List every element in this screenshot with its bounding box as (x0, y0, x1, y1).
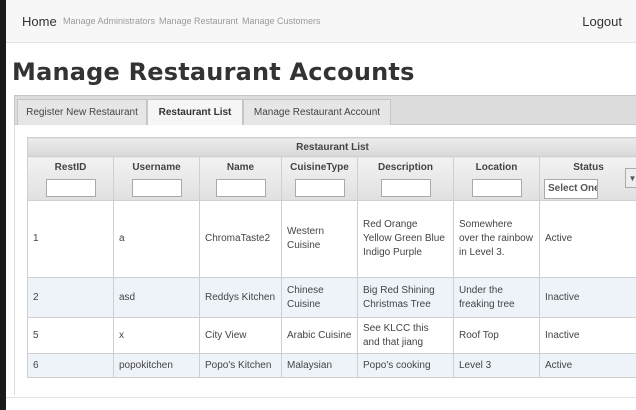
tab-restaurant-list[interactable]: Restaurant List (147, 99, 243, 126)
column-label: Description (377, 162, 433, 173)
nav-manage-administrators-link[interactable]: Manage Administrators (63, 16, 155, 26)
column-header-location: Location (453, 156, 540, 201)
cell-restid: 6 (27, 353, 114, 378)
nav-home-link[interactable]: Home (22, 14, 57, 29)
cuisinetype-filter-input[interactable] (294, 179, 345, 197)
cell-name: ChromaTaste2 (199, 200, 282, 278)
cell-status: Inactive (539, 317, 636, 354)
column-header-username: Username (113, 156, 200, 201)
column-header-name: Name (199, 156, 282, 201)
cell-status: Active (539, 200, 636, 278)
column-header-cuisinetype: CuisineType (281, 156, 358, 201)
cell-cuisine: Malaysian (281, 353, 358, 378)
cell-name: Reddys Kitchen (199, 277, 282, 318)
nav-manage-customers-link[interactable]: Manage Customers (242, 16, 321, 26)
restid-filter-input[interactable] (45, 179, 96, 197)
cell-username: x (113, 317, 200, 354)
nav-manage-restaurant-link[interactable]: Manage Restaurant (159, 16, 238, 26)
restaurant-table: Restaurant List RestID Username Name Cui… (27, 137, 636, 378)
cell-username: popokitchen (113, 353, 200, 378)
logout-link[interactable]: Logout (582, 14, 622, 29)
table-row[interactable]: 2 asd Reddys Kitchen Chinese Cuisine Big… (27, 277, 636, 318)
tab-bar: Register New Restaurant Restaurant List … (14, 95, 636, 126)
tab-manage-restaurant-account[interactable]: Manage Restaurant Account (243, 99, 391, 125)
cell-description: Big Red Shining Christmas Tree (357, 277, 454, 318)
cell-location: Under the freaking tree (453, 277, 540, 318)
cell-location: Roof Top (453, 317, 540, 354)
cell-restid: 2 (27, 277, 114, 318)
column-label: Name (226, 162, 255, 173)
page-title: Manage Restaurant Accounts (12, 58, 415, 86)
table-caption: Restaurant List (27, 137, 636, 157)
cell-location: Somewhere over the rainbow in Level 3. (453, 200, 540, 278)
cell-description: Popo's cooking (357, 353, 454, 378)
cell-username: asd (113, 277, 200, 318)
column-label: RestID (54, 162, 87, 173)
window-left-edge (0, 0, 6, 410)
cell-username: a (113, 200, 200, 278)
cell-name: City View (199, 317, 282, 354)
column-header-status: Status Select One... (539, 156, 636, 201)
tab-register-new-restaurant[interactable]: Register New Restaurant (17, 99, 147, 125)
cell-cuisine: Chinese Cuisine (281, 277, 358, 318)
column-label: Username (132, 162, 181, 173)
table-row[interactable]: 6 popokitchen Popo's Kitchen Malaysian P… (27, 353, 636, 378)
column-header-restid: RestID (27, 156, 114, 201)
chevron-down-icon[interactable]: ▼ (625, 168, 636, 188)
username-filter-input[interactable] (131, 179, 182, 197)
table-row[interactable]: 5 x City View Arabic Cuisine See KLCC th… (27, 317, 636, 354)
column-header-description: Description (357, 156, 454, 201)
location-filter-input[interactable] (471, 179, 522, 197)
cell-name: Popo's Kitchen (199, 353, 282, 378)
cell-status: Active (539, 353, 636, 378)
cell-cuisine: Western Cuisine (281, 200, 358, 278)
cell-description: See KLCC this and that jiang (357, 317, 454, 354)
cell-restid: 5 (27, 317, 114, 354)
cell-restid: 1 (27, 200, 114, 278)
column-label: Location (475, 162, 518, 173)
divider (6, 397, 636, 398)
name-filter-input[interactable] (215, 179, 266, 197)
top-navigation-bar: Home Manage Administrators Manage Restau… (6, 0, 636, 43)
cell-location: Level 3 (453, 353, 540, 378)
table-row[interactable]: 1 a ChromaTaste2 Western Cuisine Red Ora… (27, 200, 636, 278)
tab-panel-restaurant-list: Restaurant List RestID Username Name Cui… (14, 125, 636, 395)
description-filter-input[interactable] (380, 179, 431, 197)
cell-cuisine: Arabic Cuisine (281, 317, 358, 354)
status-filter-select[interactable]: Select One... (544, 179, 598, 199)
cell-status: Inactive (539, 277, 636, 318)
column-label: Status (573, 162, 604, 173)
restaurant-list-grid: Restaurant List RestID Username Name Cui… (27, 137, 636, 378)
cell-description: Red Orange Yellow Green Blue Indigo Purp… (357, 200, 454, 278)
column-label: CuisineType (290, 162, 349, 173)
